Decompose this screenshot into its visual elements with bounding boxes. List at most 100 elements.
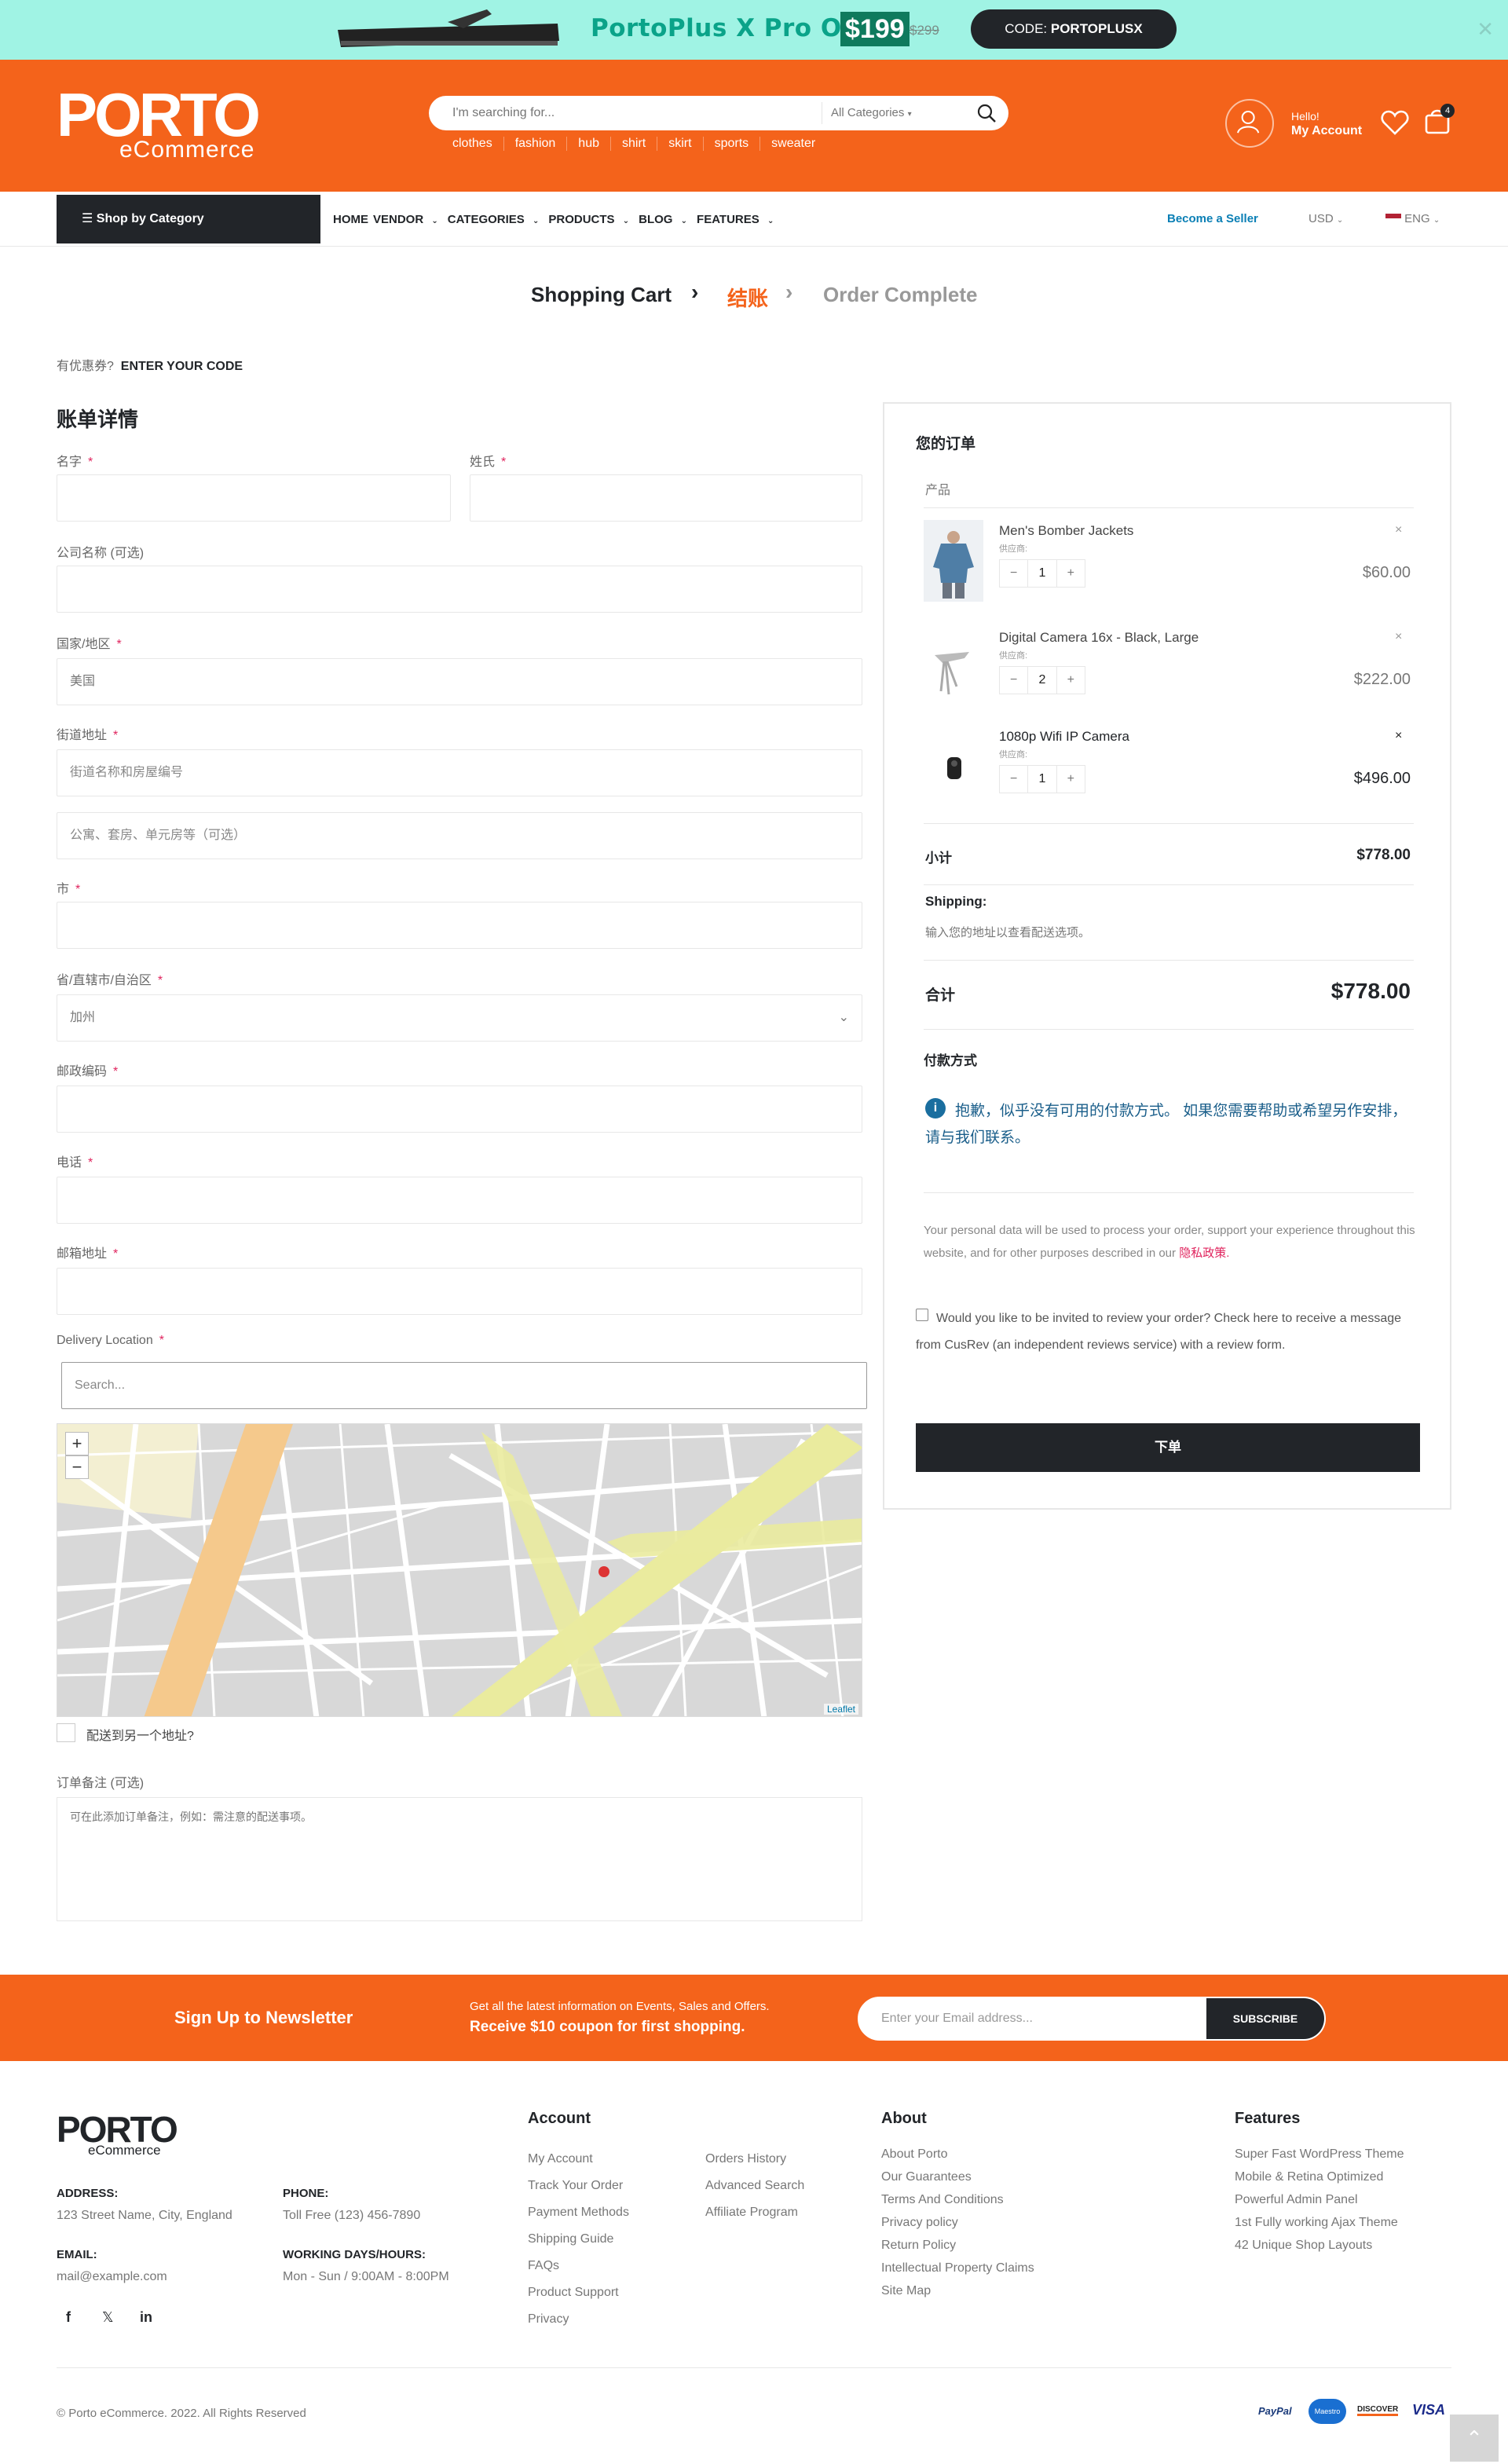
quick-link[interactable]: fashion (504, 137, 568, 151)
quantity-stepper[interactable]: −1 + (999, 765, 1085, 793)
delivery-map[interactable]: + − Leaflet (57, 1423, 862, 1717)
become-seller-link[interactable]: Become a Seller (1167, 192, 1258, 247)
zoom-in-button[interactable]: + (65, 1432, 89, 1455)
search-icon[interactable] (975, 102, 997, 124)
footer-link[interactable]: Advanced Search (705, 2173, 804, 2199)
shop-by-category-button[interactable]: ☰ Shop by Category (57, 195, 320, 243)
currency-select[interactable]: USD ⌄ (1309, 192, 1343, 247)
quick-link[interactable]: clothes (452, 137, 504, 151)
nav-products[interactable]: PRODUCTS ⌄ (548, 213, 634, 226)
minus-icon[interactable]: − (1000, 766, 1027, 793)
ship-different-checkbox[interactable] (57, 1723, 75, 1742)
my-account-link[interactable]: My Account (1291, 124, 1362, 138)
remove-item-icon[interactable]: × (1395, 523, 1402, 537)
nav-menu: HOME VENDOR ⌄ CATEGORIES ⌄ PRODUCTS ⌄ BL… (333, 192, 783, 247)
heart-icon[interactable] (1379, 107, 1411, 138)
facebook-icon[interactable]: f (66, 2309, 71, 2326)
plus-icon[interactable]: + (1057, 667, 1085, 694)
step-shopping-cart[interactable]: Shopping Cart (531, 283, 672, 307)
category-select[interactable]: All Categories ▾ (831, 96, 949, 130)
email-field[interactable] (57, 1268, 862, 1315)
footer-link[interactable]: Payment Methods (528, 2199, 629, 2226)
promo-code-button[interactable]: CODE: PORTOPLUSX (971, 9, 1177, 49)
quick-link[interactable]: hub (567, 137, 611, 151)
zoom-out-button[interactable]: − (65, 1455, 89, 1479)
company-field[interactable] (57, 566, 862, 613)
hours-value: Mon - Sun / 9:00AM - 8:00PM (283, 2270, 449, 2283)
country-select[interactable]: 美国 (57, 658, 862, 705)
shipping-label: Shipping: (925, 894, 987, 909)
footer-link[interactable]: Privacy (528, 2306, 629, 2333)
plus-icon[interactable]: + (1057, 560, 1085, 587)
state-select[interactable]: 加州 ⌄ (57, 994, 862, 1042)
linkedin-icon[interactable]: in (140, 2309, 152, 2326)
search-input[interactable] (452, 96, 829, 130)
user-icon[interactable] (1225, 99, 1274, 148)
footer-link[interactable]: Privacy policy (881, 2211, 1034, 2234)
quick-link[interactable]: skirt (657, 137, 704, 151)
quantity-stepper[interactable]: −1 + (999, 559, 1085, 588)
quick-link[interactable]: shirt (611, 137, 658, 151)
privacy-policy-link[interactable]: 隐私政策. (1179, 1247, 1229, 1260)
footer-link[interactable]: Track Your Order (528, 2173, 629, 2199)
phone-field[interactable] (57, 1177, 862, 1224)
last-name-field[interactable] (470, 474, 862, 522)
nav-blog[interactable]: BLOG ⌄ (639, 213, 692, 226)
footer-link[interactable]: My Account (528, 2146, 629, 2173)
footer-link[interactable]: Intellectual Property Claims (881, 2257, 1034, 2279)
quick-link[interactable]: sweater (760, 137, 826, 151)
footer-link[interactable]: Affiliate Program (705, 2199, 804, 2226)
footer-link[interactable]: Product Support (528, 2279, 629, 2306)
plus-icon[interactable]: + (1057, 766, 1085, 793)
footer-link[interactable]: Our Guarantees (881, 2166, 1034, 2188)
divider (924, 1192, 1414, 1193)
close-icon[interactable]: ✕ (1477, 17, 1494, 42)
footer-link[interactable]: FAQs (528, 2253, 629, 2279)
address-label: ADDRESS: (57, 2187, 119, 2200)
quick-link[interactable]: sports (704, 137, 761, 151)
order-notes-textarea[interactable]: 可在此添加订单备注，例如：需注意的配送事项。 (57, 1797, 862, 1921)
chevron-down-icon: ▾ (907, 110, 912, 119)
enter-code-link[interactable]: ENTER YOUR CODE (121, 360, 243, 373)
language-select[interactable]: ENG ⌄ (1385, 192, 1440, 247)
footer-link[interactable]: Super Fast WordPress Theme (1235, 2143, 1404, 2166)
map-attribution[interactable]: Leaflet (823, 1704, 858, 1715)
footer-link[interactable]: Mobile & Retina Optimized (1235, 2166, 1404, 2188)
footer-link[interactable]: Powerful Admin Panel (1235, 2188, 1404, 2211)
newsletter-email-input[interactable]: Enter your Email address... (881, 1998, 1033, 2039)
footer-link[interactable]: Site Map (881, 2279, 1034, 2302)
footer-link[interactable]: Terms And Conditions (881, 2188, 1034, 2211)
city-field[interactable] (57, 902, 862, 949)
item-name[interactable]: Digital Camera 16x - Black, Large (999, 630, 1199, 646)
nav-categories[interactable]: CATEGORIES ⌄ (448, 213, 544, 226)
postcode-field[interactable] (57, 1086, 862, 1133)
item-name[interactable]: Men's Bomber Jackets (999, 523, 1133, 539)
street-field[interactable]: 街道名称和房屋编号 (57, 749, 862, 796)
nav-home[interactable]: HOME (333, 213, 368, 226)
email-value[interactable]: mail@example.com (57, 2270, 167, 2284)
delivery-search-input[interactable]: Search... (61, 1362, 867, 1409)
scroll-to-top-button[interactable]: ⌃ (1450, 2415, 1499, 2462)
footer-link[interactable]: Return Policy (881, 2234, 1034, 2257)
delivery-location-label: Delivery Location * (57, 1334, 164, 1347)
remove-item-icon[interactable]: × (1395, 630, 1402, 644)
minus-icon[interactable]: − (1000, 667, 1027, 694)
nav-vendor[interactable]: VENDOR ⌄ (373, 213, 443, 226)
footer-link[interactable]: About Porto (881, 2143, 1034, 2166)
first-name-field[interactable] (57, 474, 451, 522)
footer-link[interactable]: Shipping Guide (528, 2226, 629, 2253)
item-name[interactable]: 1080p Wifi IP Camera (999, 729, 1129, 745)
footer-link[interactable]: 1st Fully working Ajax Theme (1235, 2211, 1404, 2234)
footer-link[interactable]: Orders History (705, 2146, 804, 2173)
quantity-stepper[interactable]: −2 + (999, 666, 1085, 694)
promo-bar: PortoPlus X Pro Only $199 $299 CODE: POR… (0, 0, 1508, 60)
chevron-down-icon: ⌄ (1433, 216, 1440, 225)
place-order-button[interactable]: 下单 (916, 1423, 1420, 1472)
nav-features[interactable]: FEATURES ⌄ (697, 213, 778, 226)
x-twitter-icon[interactable]: 𝕏 (102, 2309, 114, 2326)
remove-item-icon[interactable]: × (1395, 729, 1402, 743)
footer-link[interactable]: 42 Unique Shop Layouts (1235, 2234, 1404, 2257)
street2-field[interactable]: 公寓、套房、单元房等（可选） (57, 812, 862, 859)
subscribe-button[interactable]: SUBSCRIBE (1206, 1998, 1324, 2039)
minus-icon[interactable]: − (1000, 560, 1027, 587)
